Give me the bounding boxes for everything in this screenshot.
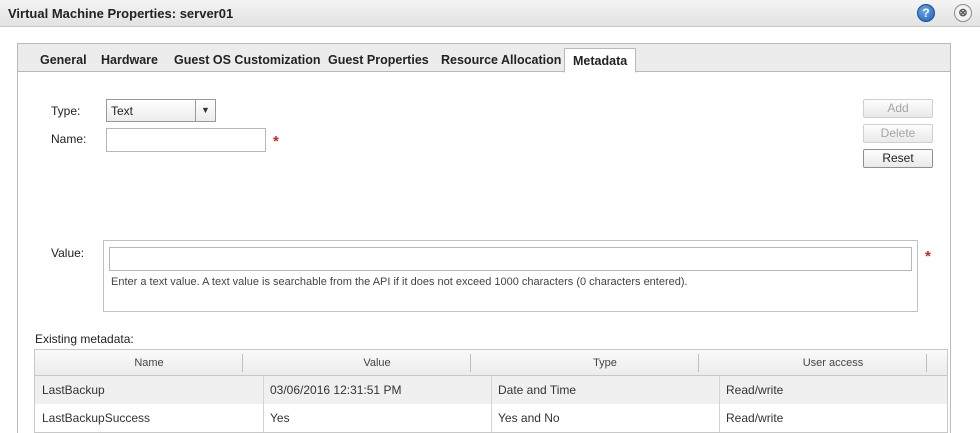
name-input[interactable] [106,128,266,152]
tab-metadata[interactable]: Metadata [564,48,637,73]
cell-value: 03/06/2016 12:31:51 PM [270,383,402,397]
chevron-down-icon[interactable]: ▼ [195,100,215,121]
table-row[interactable]: LastBackup 03/06/2016 12:31:51 PM Date a… [35,376,947,404]
column-header-name[interactable]: Name [35,350,263,376]
window-title: Virtual Machine Properties: server01 [8,6,234,21]
type-select-value: Text [111,104,134,118]
tab-general[interactable]: General [40,53,87,67]
column-header-value[interactable]: Value [263,350,491,376]
existing-metadata-heading: Existing metadata: [35,332,134,346]
add-button[interactable]: Add [863,99,933,118]
close-icon[interactable]: ⊗ [954,4,972,22]
properties-dialog: General Hardware Guest OS Customization … [17,43,951,433]
reset-button[interactable]: Reset [863,149,933,168]
value-input[interactable] [109,247,912,271]
tab-guest-os-customization[interactable]: Guest OS Customization [174,53,321,67]
help-icon[interactable]: ? [917,4,935,22]
cell-user-access: Read/write [726,383,784,397]
cell-name: LastBackup [42,383,105,397]
cell-user-access: Read/write [726,411,784,425]
column-header-type[interactable]: Type [491,350,719,376]
value-label: Value: [51,246,85,260]
tab-guest-properties[interactable]: Guest Properties [328,53,429,67]
name-required-mark: * [273,133,279,150]
value-required-mark: * [925,248,931,265]
title-bar: Virtual Machine Properties: server01 ? ⊗ [0,0,980,27]
cell-type: Date and Time [498,383,577,397]
tab-hardware[interactable]: Hardware [101,53,158,67]
table-row[interactable]: LastBackupSuccess Yes Yes and No Read/wr… [35,404,947,432]
tab-bar: General Hardware Guest OS Customization … [18,44,950,73]
cell-name: LastBackupSuccess [42,411,151,425]
table-header: Name Value Type User access [35,350,947,376]
delete-button[interactable]: Delete [863,124,933,143]
metadata-table: Name Value Type User access LastBackup 0… [34,349,948,433]
tab-resource-allocation[interactable]: Resource Allocation [441,53,561,67]
value-hint: Enter a text value. A text value is sear… [111,276,688,288]
cell-type: Yes and No [498,411,560,425]
type-select[interactable]: Text ▼ [106,99,216,122]
column-header-user-access[interactable]: User access [719,350,947,376]
type-label: Type: [51,104,81,118]
cell-value: Yes [270,411,290,425]
name-label: Name: [51,132,87,146]
